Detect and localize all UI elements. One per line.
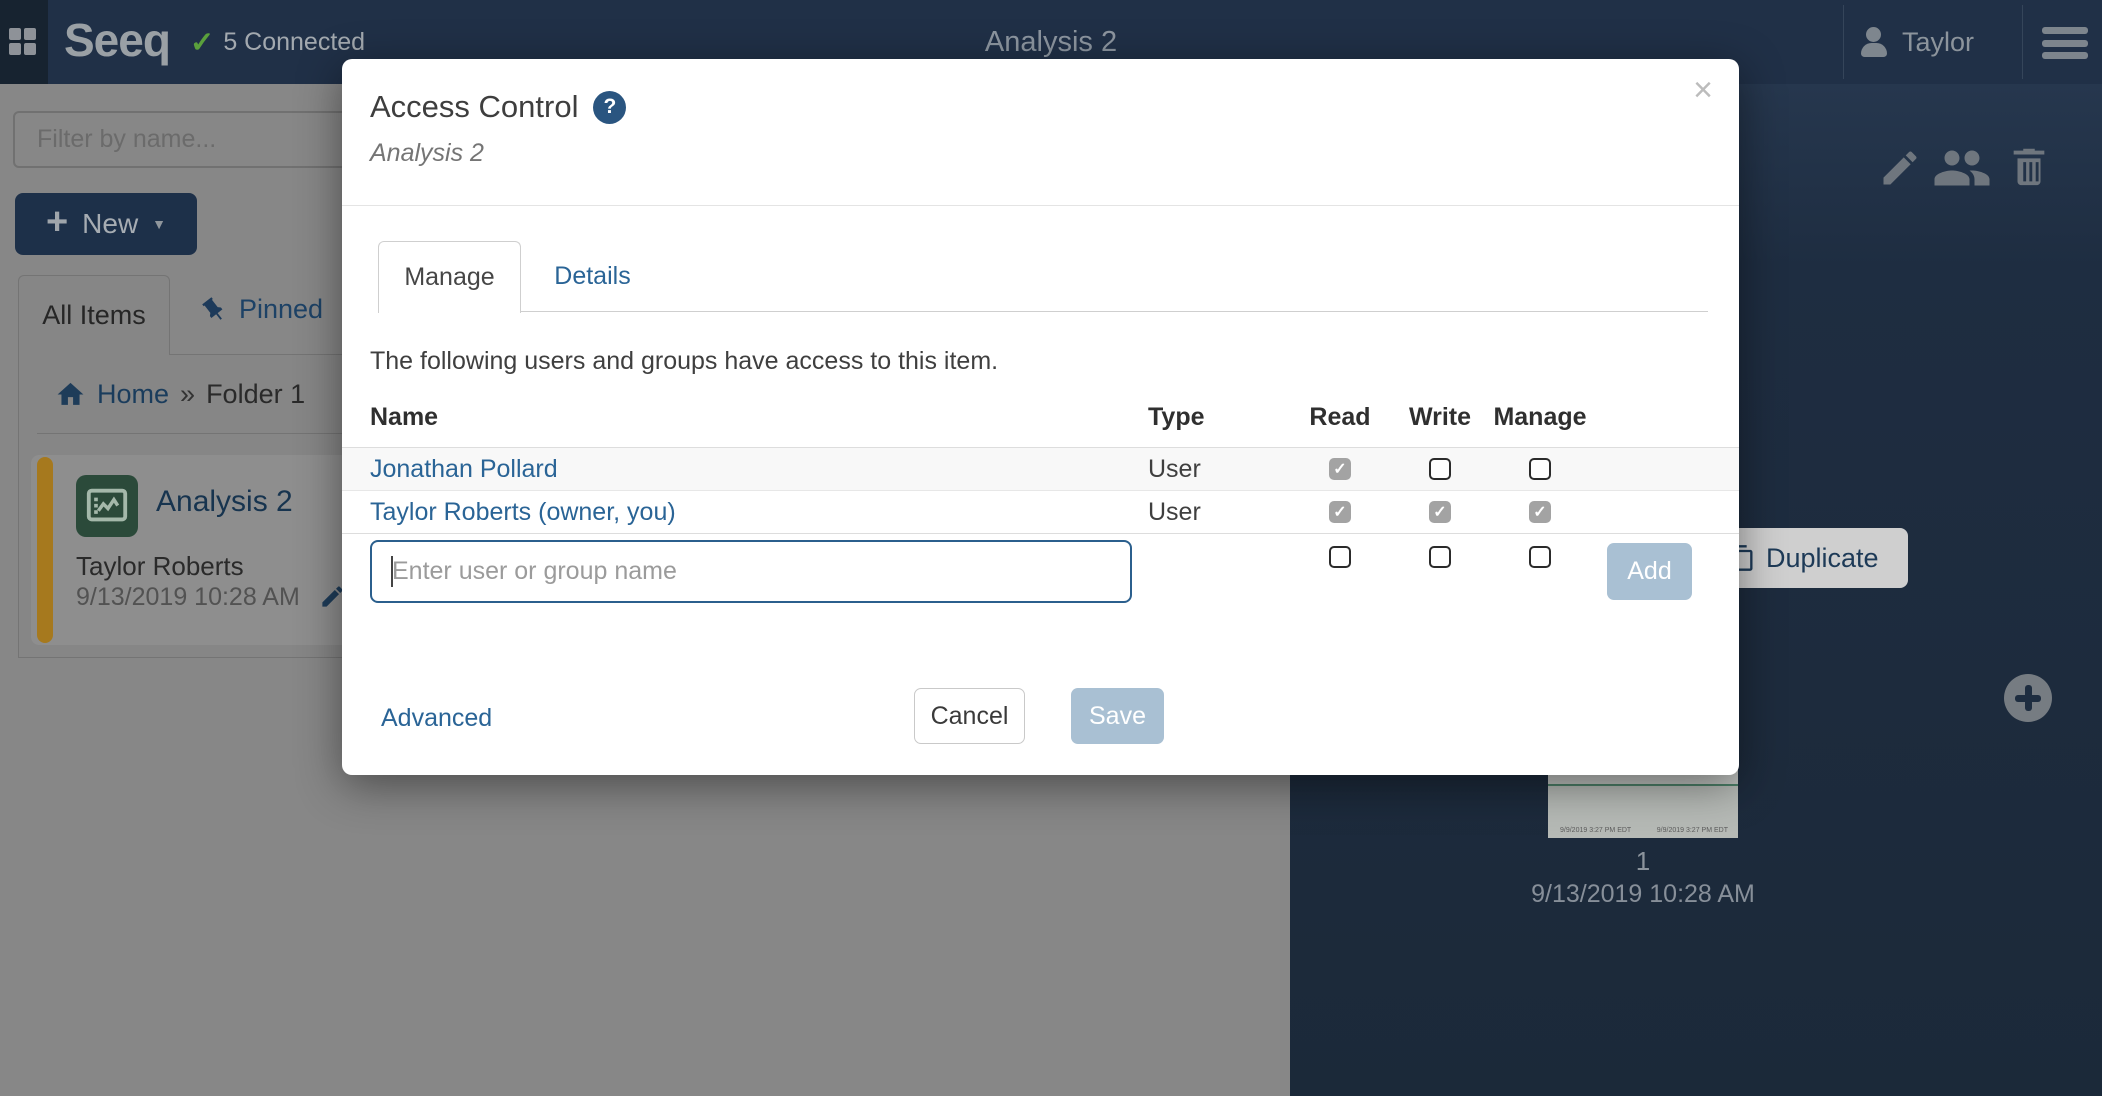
divider	[2022, 5, 2023, 79]
access-control-modal: Access Control ? × Analysis 2 Manage Det…	[342, 59, 1739, 775]
write-checkbox[interactable]	[1429, 458, 1451, 480]
user-name: Taylor	[1902, 27, 1974, 58]
write-checkbox[interactable]	[1429, 546, 1451, 568]
duplicate-button[interactable]: Duplicate	[1716, 528, 1908, 588]
breadcrumb-current: Folder 1	[206, 379, 305, 410]
user-link[interactable]: Taylor Roberts (owner, you)	[370, 498, 676, 527]
hamburger-menu-icon[interactable]	[2042, 27, 2088, 59]
worksheet-timestamp: 9/13/2019 10:28 AM	[1513, 880, 1773, 909]
tab-pinned-label: Pinned	[239, 294, 323, 325]
connection-status-label: 5 Connected	[223, 28, 365, 57]
column-header-manage: Manage	[1490, 403, 1590, 432]
plus-icon: +	[46, 203, 68, 241]
read-checkbox[interactable]: ✓	[1329, 501, 1351, 523]
users-icon[interactable]	[1932, 138, 1992, 198]
add-worksheet-icon[interactable]	[2004, 674, 2052, 722]
cancel-button[interactable]: Cancel	[914, 688, 1025, 744]
add-user-input[interactable]	[370, 540, 1132, 603]
app-grid-button[interactable]	[0, 0, 48, 84]
column-header-name: Name	[370, 403, 438, 432]
card-title-link[interactable]: Analysis 2	[156, 485, 293, 519]
tab-manage[interactable]: Manage	[378, 241, 521, 313]
card-accent-bar	[37, 457, 53, 643]
worksheet-number: 1	[1548, 846, 1738, 877]
user-type: User	[1148, 498, 1201, 527]
thumbnail-caption: 9/9/2019 3:27 PM EDT	[1657, 827, 1728, 834]
table-row: Jonathan Pollard User ✓	[342, 448, 1739, 490]
user-menu[interactable]: Taylor	[1858, 0, 1974, 84]
user-type: User	[1148, 455, 1201, 484]
write-checkbox[interactable]: ✓	[1429, 501, 1451, 523]
add-button[interactable]: Add	[1607, 543, 1692, 600]
divider	[342, 205, 1739, 206]
tab-underline	[378, 311, 1708, 312]
new-button[interactable]: + New ▼	[15, 193, 197, 255]
new-button-label: New	[82, 208, 138, 240]
close-icon[interactable]: ×	[1693, 73, 1713, 107]
analysis-icon	[76, 475, 138, 537]
manage-checkbox[interactable]: ✓	[1529, 501, 1551, 523]
checkmark-icon: ✓	[190, 25, 214, 60]
breadcrumb: Home » Folder 1	[55, 379, 305, 410]
modal-title: Access Control	[370, 89, 578, 125]
card-owner: Taylor Roberts	[76, 551, 244, 582]
thumbnail-trend-line	[1548, 784, 1738, 786]
read-checkbox[interactable]: ✓	[1329, 458, 1351, 480]
pin-icon	[194, 290, 233, 329]
read-checkbox[interactable]	[1329, 546, 1351, 568]
column-header-write: Write	[1390, 403, 1490, 432]
seeq-logo[interactable]: Seeq	[64, 0, 170, 84]
edit-icon[interactable]	[1878, 146, 1922, 190]
trash-icon[interactable]	[2006, 143, 2052, 189]
table-row: Taylor Roberts (owner, you) User ✓ ✓ ✓	[342, 490, 1739, 533]
tab-all-items[interactable]: All Items	[18, 275, 170, 355]
connection-status[interactable]: ✓ 5 Connected	[190, 0, 365, 84]
column-header-read: Read	[1290, 403, 1390, 432]
tab-pinned[interactable]: Pinned	[200, 294, 323, 325]
modal-description: The following users and groups have acce…	[370, 347, 998, 376]
column-header-type: Type	[1148, 403, 1205, 432]
chevron-down-icon: ▼	[152, 216, 166, 232]
breadcrumb-home-link[interactable]: Home	[97, 379, 169, 410]
thumbnail-caption: 9/9/2019 3:27 PM EDT	[1560, 827, 1631, 834]
grid-icon	[9, 28, 36, 55]
manage-checkbox[interactable]	[1529, 458, 1551, 480]
text-caret	[391, 556, 393, 587]
seeq-app: + New ▼ All Items Pinned Home » Folder 1	[0, 0, 2102, 1096]
tab-details[interactable]: Details	[521, 241, 664, 312]
user-link[interactable]: Jonathan Pollard	[370, 455, 558, 484]
divider	[1843, 5, 1844, 79]
modal-subtitle: Analysis 2	[370, 139, 484, 168]
breadcrumb-separator: »	[180, 379, 195, 410]
manage-checkbox[interactable]	[1529, 546, 1551, 568]
save-button[interactable]: Save	[1071, 688, 1164, 744]
card-timestamp: 9/13/2019 10:28 AM	[76, 583, 300, 612]
duplicate-label: Duplicate	[1766, 543, 1879, 574]
advanced-link[interactable]: Advanced	[381, 704, 492, 733]
home-icon	[55, 379, 86, 410]
access-table: Jonathan Pollard User ✓ Taylor Roberts (…	[342, 447, 1739, 534]
user-icon	[1858, 26, 1890, 58]
help-icon[interactable]: ?	[593, 91, 626, 124]
